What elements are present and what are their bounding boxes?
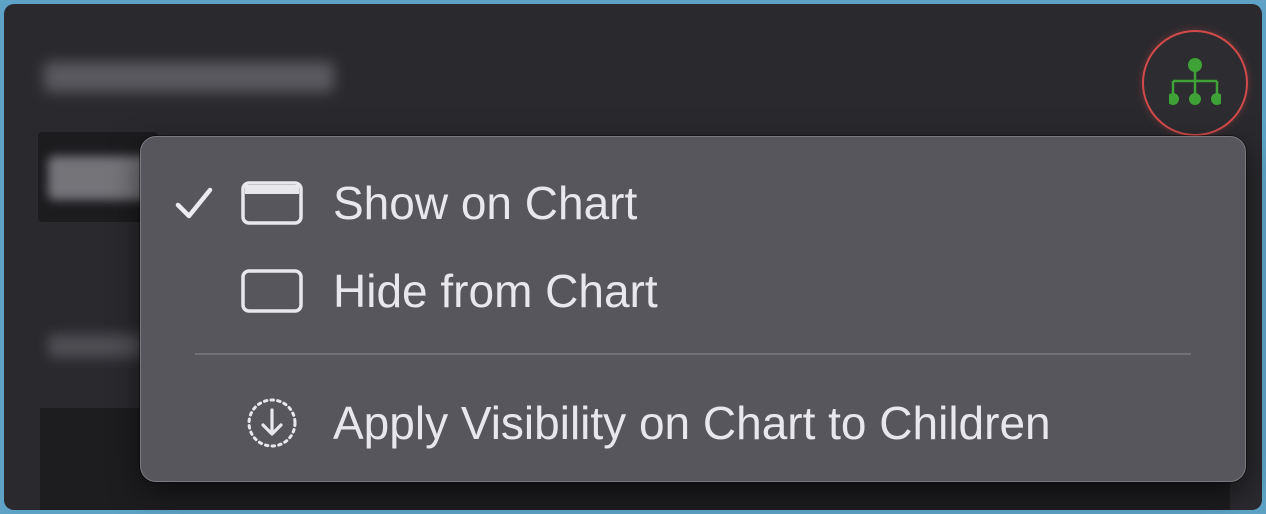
menu-item-hide-from-chart[interactable]: Hide from Chart	[141, 251, 1245, 331]
apply-to-children-icon	[241, 383, 303, 463]
visibility-context-menu: Show on Chart Hide from Chart Apply Visi…	[140, 136, 1246, 482]
checkmark-icon	[175, 163, 213, 243]
hierarchy-tree-icon	[1169, 57, 1221, 109]
blurred-section-label	[48, 334, 144, 358]
menu-item-label: Apply Visibility on Chart to Children	[333, 397, 1051, 449]
window-hidden-icon	[241, 251, 303, 331]
blurred-window-title	[44, 62, 334, 92]
menu-item-label: Hide from Chart	[333, 265, 658, 317]
hierarchy-button[interactable]	[1144, 32, 1246, 134]
menu-separator	[195, 353, 1191, 355]
menu-item-apply-visibility-to-children[interactable]: Apply Visibility on Chart to Children	[141, 383, 1245, 463]
menu-item-label: Show on Chart	[333, 177, 638, 229]
menu-item-show-on-chart[interactable]: Show on Chart	[141, 163, 1245, 243]
window-visible-icon	[241, 163, 303, 243]
